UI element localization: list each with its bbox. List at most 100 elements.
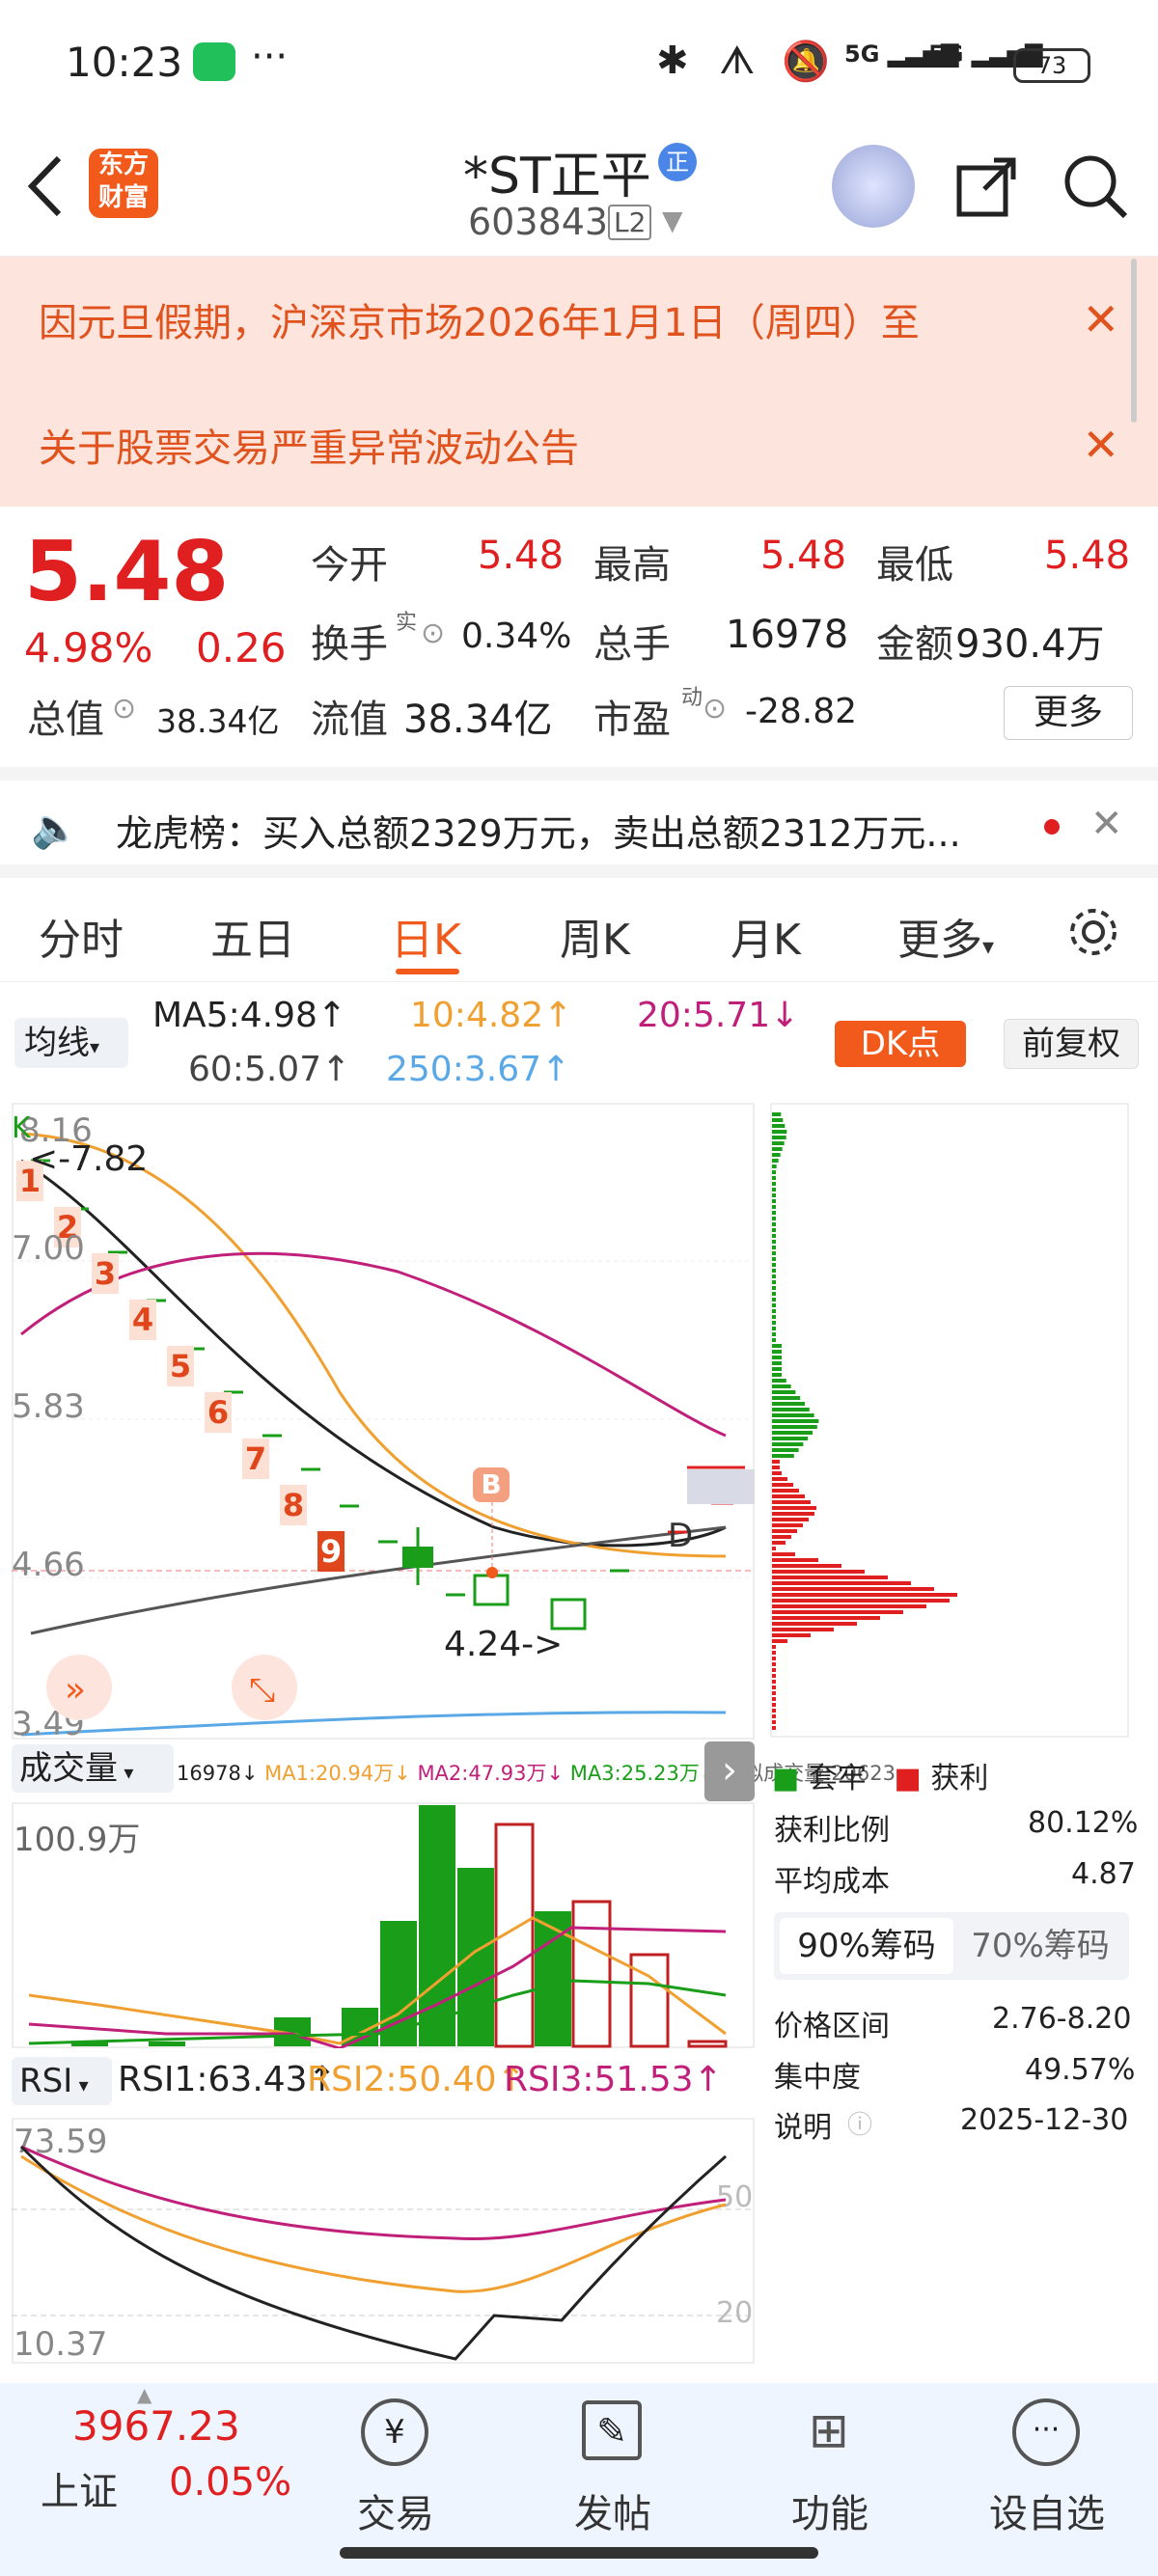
- dragon-tiger-bar[interactable]: 🔈 龙虎榜：买入总额2329万元，卖出总额2312万元... ✕: [0, 767, 1158, 878]
- chip-bar: [772, 1616, 880, 1620]
- notice-announcement[interactable]: 关于股票交易严重异常波动公告 ✕: [0, 382, 1158, 507]
- tab-chip-90[interactable]: 90%筹码: [780, 1918, 953, 1974]
- more-button[interactable]: 更多: [1004, 686, 1133, 740]
- info-icon[interactable]: ⊙: [421, 617, 445, 650]
- adjust-button[interactable]: 前复权: [1004, 1019, 1139, 1069]
- yen-icon: ¥: [361, 2398, 428, 2466]
- scrollbar[interactable]: [1131, 259, 1137, 423]
- company-badge: 正: [658, 143, 697, 181]
- tab-intraday[interactable]: 分时: [39, 905, 124, 967]
- share-icon[interactable]: [955, 154, 1019, 218]
- tab-monthly-k[interactable]: 月K: [731, 905, 801, 967]
- info-icon[interactable]: ⊙: [112, 692, 136, 726]
- chip-bar: [772, 1581, 911, 1585]
- chip-bar: [772, 1639, 787, 1643]
- td-seq-number: 9: [320, 1533, 342, 1570]
- chip-bar: [772, 1332, 776, 1336]
- stock-name: *ST正平: [463, 148, 651, 206]
- index-value[interactable]: 3967.23: [72, 2402, 240, 2450]
- bluetooth-icon: ✱: [656, 39, 689, 83]
- pe-value: -28.82: [745, 692, 858, 731]
- profit-ratio-value: 80.12%: [1028, 1806, 1139, 1840]
- level2-badge[interactable]: L2: [608, 205, 652, 240]
- chip-bar: [772, 1222, 776, 1226]
- chevron-down-icon[interactable]: ▼: [662, 205, 683, 236]
- info-icon[interactable]: ⓘ: [847, 2105, 872, 2141]
- ai-assistant-icon[interactable]: [832, 145, 915, 228]
- volume-selector[interactable]: 成交量 ▾: [12, 1744, 174, 1793]
- concentration-value: 49.57%: [1025, 2053, 1136, 2087]
- chip-bar: [772, 1518, 809, 1521]
- tab-daily-k[interactable]: 日K: [391, 905, 461, 967]
- chip-bar: [772, 1211, 776, 1215]
- high-price-label: <-7.82: [29, 1139, 148, 1179]
- ma250-legend: 250:3.67↑: [386, 1050, 571, 1089]
- clock: 10:23: [66, 39, 183, 86]
- chip-bar: [772, 1338, 776, 1342]
- chip-bar: [772, 1703, 776, 1707]
- amount-value: 930.4万: [955, 622, 1105, 667]
- chip-bar: [772, 1633, 811, 1637]
- tab-chip-70[interactable]: 70%筹码: [957, 1918, 1123, 1974]
- rsi-20-label: 20: [716, 2296, 753, 2330]
- chip-distribution-chart: [770, 1103, 1129, 1738]
- y-label-2: 7.00: [12, 1229, 85, 1268]
- chip-bar: [772, 1292, 776, 1296]
- td-seq-number: 7: [245, 1440, 266, 1477]
- notice-holiday[interactable]: 因元旦假期，沪深京市场2026年1月1日（周四）至 ✕: [0, 257, 1158, 382]
- concentration-label: 集中度: [774, 2061, 861, 2095]
- dk-point-button[interactable]: DK点: [835, 1021, 966, 1067]
- chip-bar: [772, 1500, 811, 1504]
- tab-more[interactable]: 更多▾: [897, 905, 994, 967]
- chip-bar: [772, 1298, 776, 1302]
- chip-bar: [772, 1494, 805, 1498]
- chip-bar: [772, 1645, 776, 1649]
- float-label: 流值: [311, 698, 388, 742]
- chip-bar: [772, 1657, 776, 1660]
- rsi-selector[interactable]: RSI ▾: [12, 2057, 112, 2105]
- chip-bar: [772, 1535, 791, 1539]
- chip-bar: [772, 1651, 776, 1655]
- td-seq-number: 8: [283, 1487, 304, 1523]
- chip-bar: [772, 1685, 776, 1689]
- close-icon[interactable]: ✕: [1082, 293, 1119, 345]
- ma5-legend: MA5:4.98↑: [152, 996, 347, 1035]
- back-icon[interactable]: [24, 152, 67, 220]
- td-seq-number: 4: [132, 1302, 153, 1338]
- chip-bar: [772, 1193, 776, 1197]
- rsi2-legend: RSI2:50.40↑: [307, 2060, 526, 2099]
- chip-bar: [772, 1379, 786, 1383]
- chip-bar: [772, 1188, 776, 1192]
- home-indicator: [340, 2547, 818, 2559]
- more-circle-icon: ···: [1012, 2398, 1080, 2466]
- tab-five-day[interactable]: 五日: [210, 905, 295, 967]
- chip-bar: [772, 1512, 814, 1516]
- volume-top-label: 100.9万: [14, 1821, 140, 1859]
- index-name[interactable]: 上证: [41, 2460, 118, 2516]
- info-icon[interactable]: ⊙: [703, 692, 727, 726]
- search-icon[interactable]: [1062, 152, 1129, 220]
- pe-sup: 动: [681, 686, 703, 710]
- index-pct[interactable]: 0.05%: [169, 2460, 291, 2505]
- chip-bar: [772, 1118, 784, 1122]
- chip-bar: [772, 1327, 776, 1330]
- tab-weekly-k[interactable]: 周K: [560, 905, 630, 967]
- chip-bar: [772, 1587, 934, 1591]
- svg-text:⤡: ⤡: [249, 1671, 275, 1710]
- close-icon[interactable]: ✕: [1090, 802, 1123, 846]
- chip-bar: [772, 1246, 776, 1249]
- k-line-chart[interactable]: B D 123456789 8.16 K <-7.82 7.00 5.83 4.…: [12, 1103, 755, 1740]
- low-label: 最低: [876, 543, 953, 588]
- turnover-label: 换手: [311, 622, 388, 667]
- chip-bar: [772, 1408, 810, 1411]
- ma-selector[interactable]: 均线▾: [14, 1018, 128, 1068]
- chip-bar: [772, 1454, 794, 1458]
- collapse-arrow-icon[interactable]: ›: [704, 1741, 755, 1801]
- chip-bar: [772, 1448, 799, 1452]
- chip-bar: [772, 1622, 857, 1626]
- chip-bar: [772, 1286, 776, 1290]
- close-icon[interactable]: ✕: [1082, 419, 1119, 471]
- chip-bar: [772, 1240, 776, 1244]
- chip-bar: [772, 1506, 816, 1510]
- settings-gear-icon[interactable]: [1066, 905, 1120, 959]
